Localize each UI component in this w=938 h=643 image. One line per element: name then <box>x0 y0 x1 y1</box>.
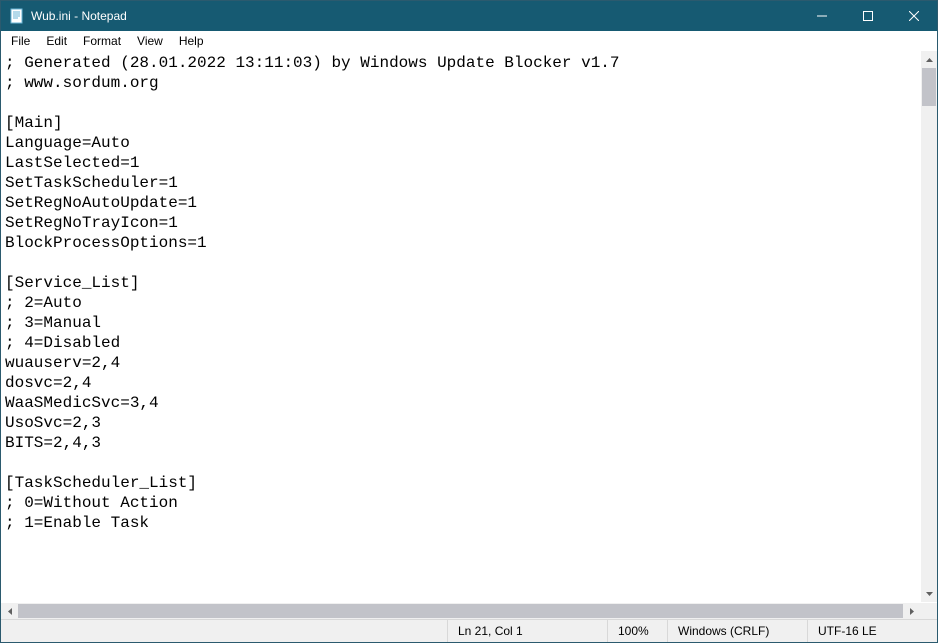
window-controls <box>799 1 937 31</box>
status-cursor-position: Ln 21, Col 1 <box>447 620 607 642</box>
horizontal-scrollbar[interactable] <box>1 602 937 619</box>
menu-format[interactable]: Format <box>75 32 129 50</box>
menubar: File Edit Format View Help <box>1 31 937 51</box>
menu-file[interactable]: File <box>3 32 38 50</box>
titlebar[interactable]: Wub.ini - Notepad <box>1 1 937 31</box>
scroll-left-arrow-icon[interactable] <box>1 603 18 619</box>
status-line-ending: Windows (CRLF) <box>667 620 807 642</box>
scroll-up-arrow-icon[interactable] <box>921 51 937 68</box>
menu-view[interactable]: View <box>129 32 171 50</box>
scroll-track-horizontal[interactable] <box>1 603 920 619</box>
scroll-thumb-horizontal[interactable] <box>18 604 903 618</box>
statusbar: Ln 21, Col 1 100% Windows (CRLF) UTF-16 … <box>1 619 937 642</box>
status-encoding: UTF-16 LE <box>807 620 937 642</box>
minimize-button[interactable] <box>799 1 845 31</box>
editor-area: ; Generated (28.01.2022 13:11:03) by Win… <box>1 51 937 602</box>
notepad-icon <box>9 8 25 24</box>
window-title: Wub.ini - Notepad <box>31 9 799 23</box>
status-zoom: 100% <box>607 620 667 642</box>
menu-edit[interactable]: Edit <box>38 32 75 50</box>
vertical-scrollbar[interactable] <box>920 51 937 602</box>
scroll-thumb-vertical[interactable] <box>922 68 936 106</box>
scroll-track-vertical[interactable] <box>921 68 937 585</box>
text-editor[interactable]: ; Generated (28.01.2022 13:11:03) by Win… <box>1 51 920 602</box>
maximize-button[interactable] <box>845 1 891 31</box>
menu-help[interactable]: Help <box>171 32 212 50</box>
scroll-down-arrow-icon[interactable] <box>921 585 937 602</box>
scroll-right-arrow-icon[interactable] <box>903 603 920 619</box>
close-button[interactable] <box>891 1 937 31</box>
